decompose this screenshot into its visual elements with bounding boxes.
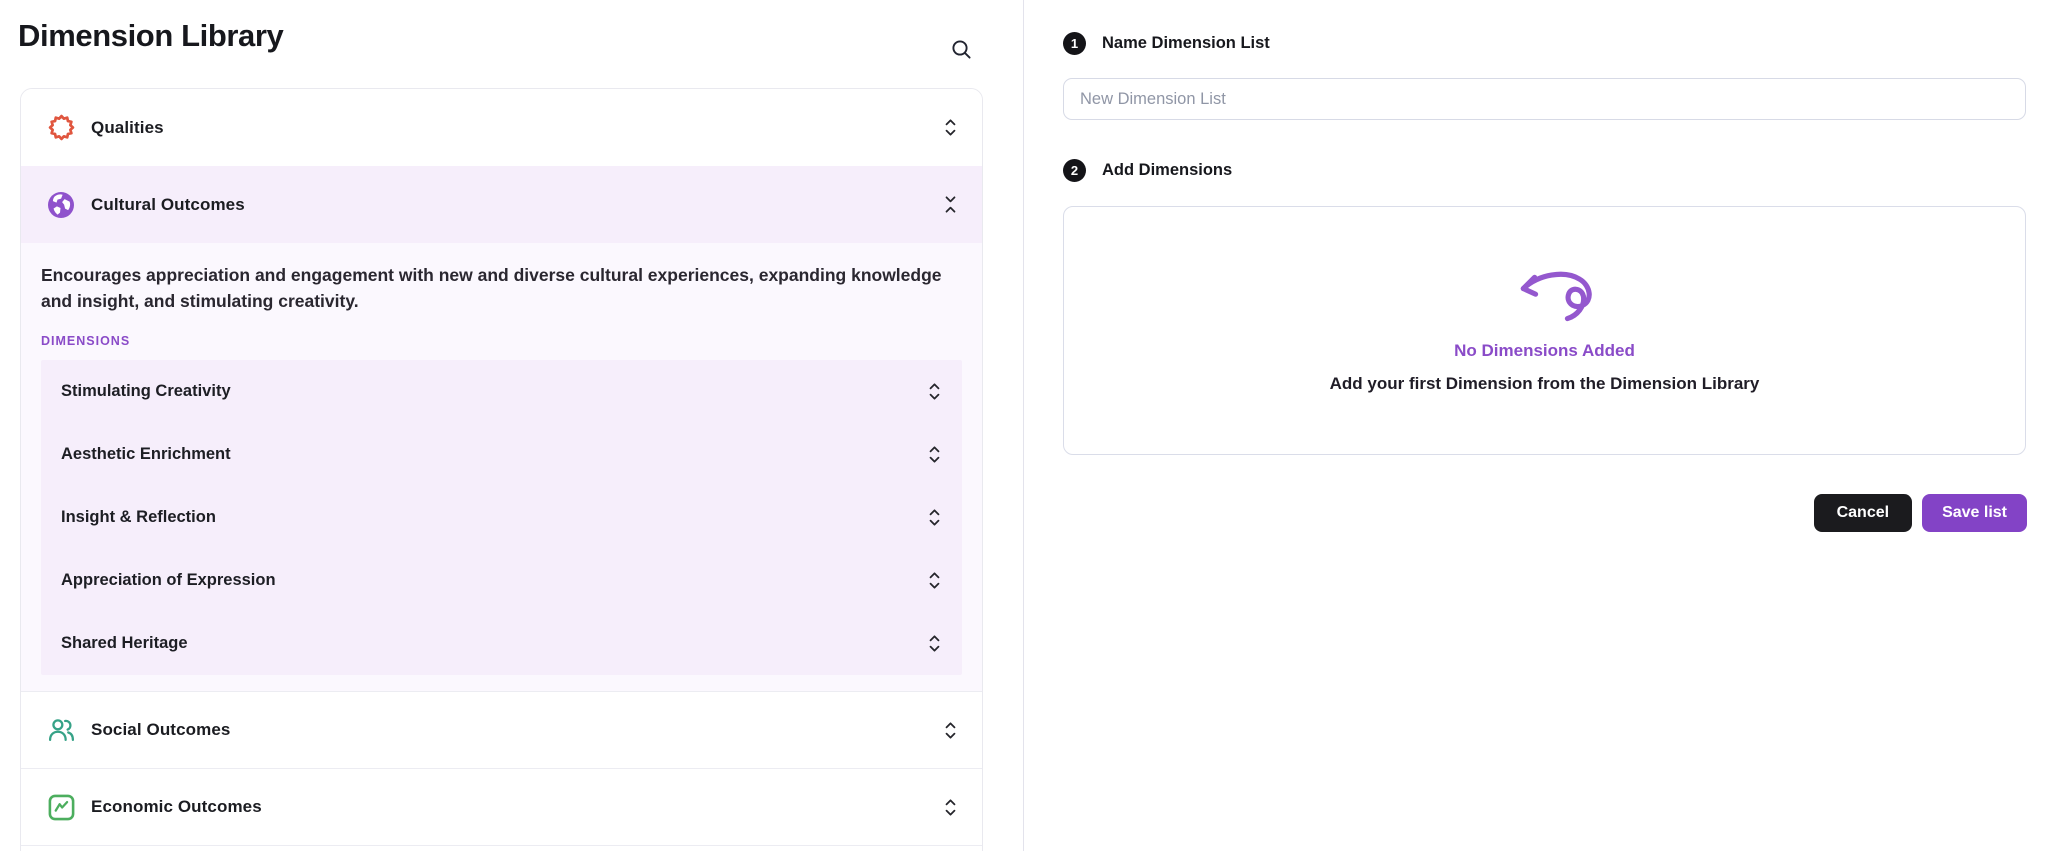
unfold-icon[interactable] [926,444,942,465]
category-description: Encourages appreciation and engagement w… [41,265,942,311]
dimension-list-builder-screen: Dimension Library Qualities Cultural Out… [0,0,2048,851]
dimension-name: Aesthetic Enrichment [61,445,231,463]
fold-icon[interactable] [942,194,958,215]
empty-state-subtitle: Add your first Dimension from the Dimens… [1329,374,1760,393]
dimension-name: Insight & Reflection [61,508,216,526]
cancel-button[interactable]: Cancel [1813,494,1913,532]
dimension-list: Stimulating Creativity Aesthetic Enrichm… [41,360,962,675]
dimension-list-name-input[interactable] [1063,78,2026,120]
unfold-icon[interactable] [926,570,942,591]
dimension-list-builder-pane: 1 Name Dimension List 2 Add Dimensions N… [1025,0,2048,851]
step-label: Add Dimensions [1102,161,1233,179]
search-button[interactable] [944,32,980,68]
category-row-economic-outcomes[interactable]: Economic Outcomes [21,768,982,845]
dimension-row-shared-heritage[interactable]: Shared Heritage [41,612,962,675]
unfold-icon[interactable] [942,117,958,138]
dimension-name: Stimulating Creativity [61,382,231,400]
cultural-outcomes-panel: Encourages appreciation and engagement w… [21,243,982,691]
save-list-button[interactable]: Save list [1922,494,2027,532]
builder-actions: Cancel Save list [1063,494,2027,532]
step-add-dimensions: 2 Add Dimensions [1063,159,1232,182]
category-section-cultural-outcomes: Cultural Outcomes Encourages appreciatio… [21,166,982,691]
dimension-library-card: Qualities Cultural Outcomes Encourages a… [20,88,983,851]
unfold-icon[interactable] [926,507,942,528]
step-number-badge: 2 [1063,159,1086,182]
category-label: Social Outcomes [91,720,231,739]
search-icon [952,40,971,59]
next-category-row-cutoff [21,845,982,851]
dimension-name: Shared Heritage [61,634,188,652]
category-row-qualities[interactable]: Qualities [21,89,982,166]
category-row-cultural-outcomes[interactable]: Cultural Outcomes [21,166,982,243]
dimensions-dropzone: No Dimensions Added Add your first Dimen… [1063,206,2026,455]
step-label: Name Dimension List [1102,34,1270,52]
step-name-dimension-list: 1 Name Dimension List [1063,32,1270,55]
unfold-icon[interactable] [926,381,942,402]
globe-icon [45,189,77,221]
seal-badge-icon [45,112,77,144]
dimension-row-appreciation-of-expression[interactable]: Appreciation of Expression [41,549,962,612]
dimension-name: Appreciation of Expression [61,571,276,589]
unfold-icon[interactable] [942,720,958,741]
step-number-badge: 1 [1063,32,1086,55]
dimensions-section-label: DIMENSIONS [41,334,131,348]
category-label: Economic Outcomes [91,797,262,816]
dimension-row-aesthetic-enrichment[interactable]: Aesthetic Enrichment [41,423,962,486]
people-icon [45,714,77,746]
empty-state-title: No Dimensions Added [1454,341,1635,360]
curly-arrow-icon [1520,271,1592,322]
page-title: Dimension Library [18,18,284,53]
category-row-social-outcomes[interactable]: Social Outcomes [21,691,982,768]
unfold-icon[interactable] [942,797,958,818]
dimension-row-insight-reflection[interactable]: Insight & Reflection [41,486,962,549]
line-chart-icon [45,791,77,823]
dimension-library-pane: Dimension Library Qualities Cultural Out… [0,0,1024,851]
unfold-icon[interactable] [926,633,942,654]
category-label: Cultural Outcomes [91,194,245,214]
category-label: Qualities [91,117,164,137]
dimension-row-stimulating-creativity[interactable]: Stimulating Creativity [41,360,962,423]
